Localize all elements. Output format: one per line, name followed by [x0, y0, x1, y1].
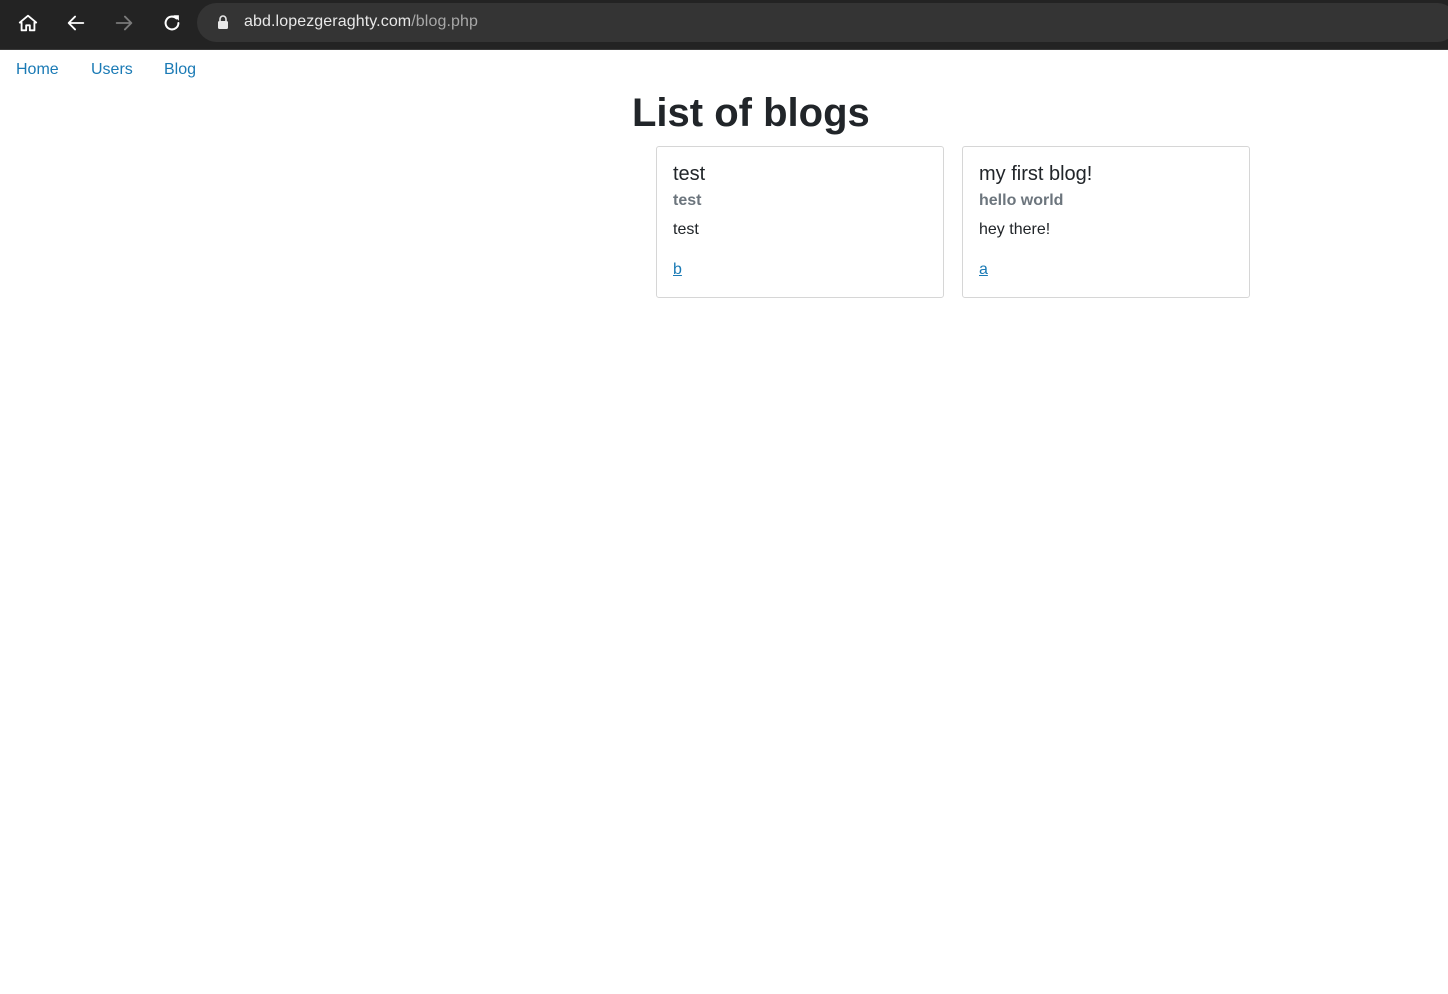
home-button[interactable] — [12, 7, 44, 39]
blog-card-subtitle: hello world — [979, 192, 1064, 209]
lock-icon — [218, 15, 228, 29]
browser-toolbar: abd.lopezgeraghty.com/blog.php — [0, 0, 1448, 50]
blog-card-title: test — [673, 163, 706, 185]
blog-card: my first blog! hello world hey there! a — [962, 146, 1250, 298]
blog-card-link[interactable]: b — [673, 261, 682, 279]
blog-card-title: my first blog! — [979, 163, 1093, 185]
home-icon — [18, 14, 38, 32]
url-path: /blog.php — [411, 13, 478, 30]
url-text[interactable]: abd.lopezgeraghty.com/blog.php — [244, 13, 478, 31]
nav-link-blog[interactable]: Blog — [164, 61, 196, 79]
back-button[interactable] — [60, 7, 92, 39]
url-host: abd.lopezgeraghty.com — [244, 13, 412, 30]
reload-icon — [164, 15, 180, 31]
blog-card-link[interactable]: a — [979, 261, 988, 279]
page-title: List of blogs — [632, 91, 870, 135]
forward-arrow-icon — [115, 15, 133, 31]
back-arrow-icon — [67, 15, 85, 31]
address-bar[interactable]: abd.lopezgeraghty.com/blog.php — [197, 3, 1448, 42]
nav-link-home[interactable]: Home — [16, 61, 59, 79]
blog-card: test test test b — [656, 146, 944, 298]
reload-button[interactable] — [156, 7, 188, 39]
nav-link-users[interactable]: Users — [91, 61, 133, 79]
blog-card-text: hey there! — [979, 221, 1051, 238]
blog-card-subtitle: test — [673, 192, 702, 209]
blog-card-text: test — [673, 221, 699, 238]
site-navigation: Home Users Blog — [0, 51, 1448, 89]
forward-button[interactable] — [108, 7, 140, 39]
